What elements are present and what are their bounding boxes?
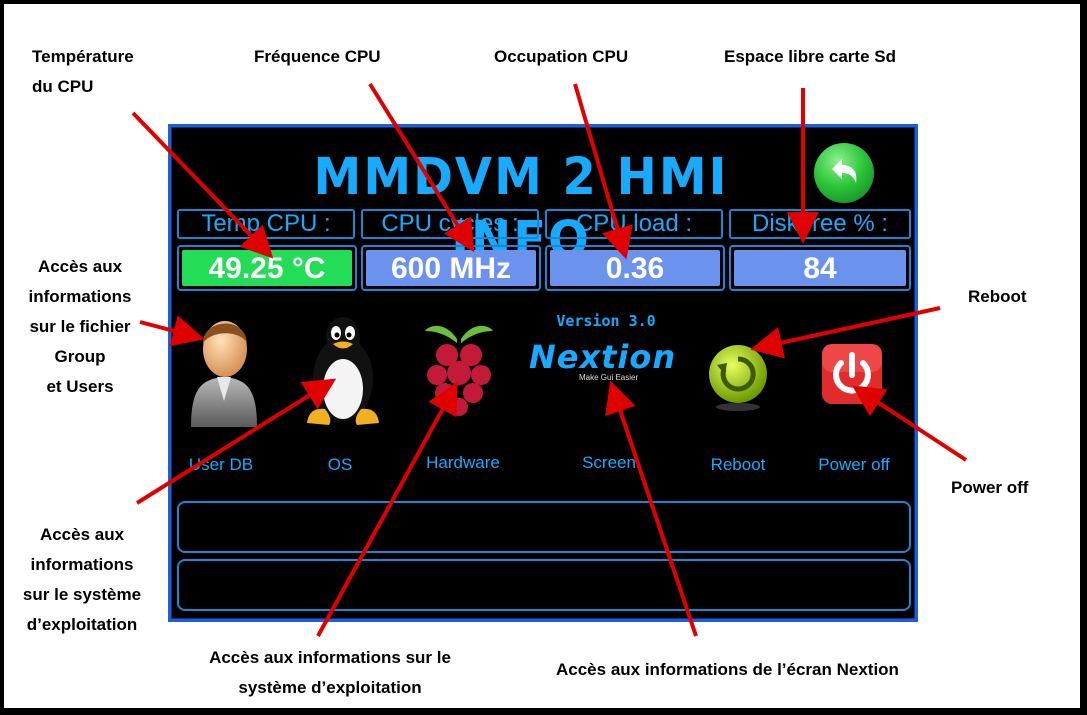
annotation-arrows bbox=[131, 82, 968, 637]
arrow-freq bbox=[368, 82, 475, 253]
arrow-temp bbox=[131, 111, 274, 259]
arrow-reboot bbox=[750, 306, 941, 359]
arrow-hardware bbox=[316, 381, 458, 637]
arrow-userdb bbox=[139, 315, 205, 347]
arrow-screen bbox=[605, 380, 698, 637]
arrow-os bbox=[135, 378, 337, 505]
arrow-poweroff bbox=[851, 385, 968, 462]
arrow-load bbox=[573, 83, 633, 260]
